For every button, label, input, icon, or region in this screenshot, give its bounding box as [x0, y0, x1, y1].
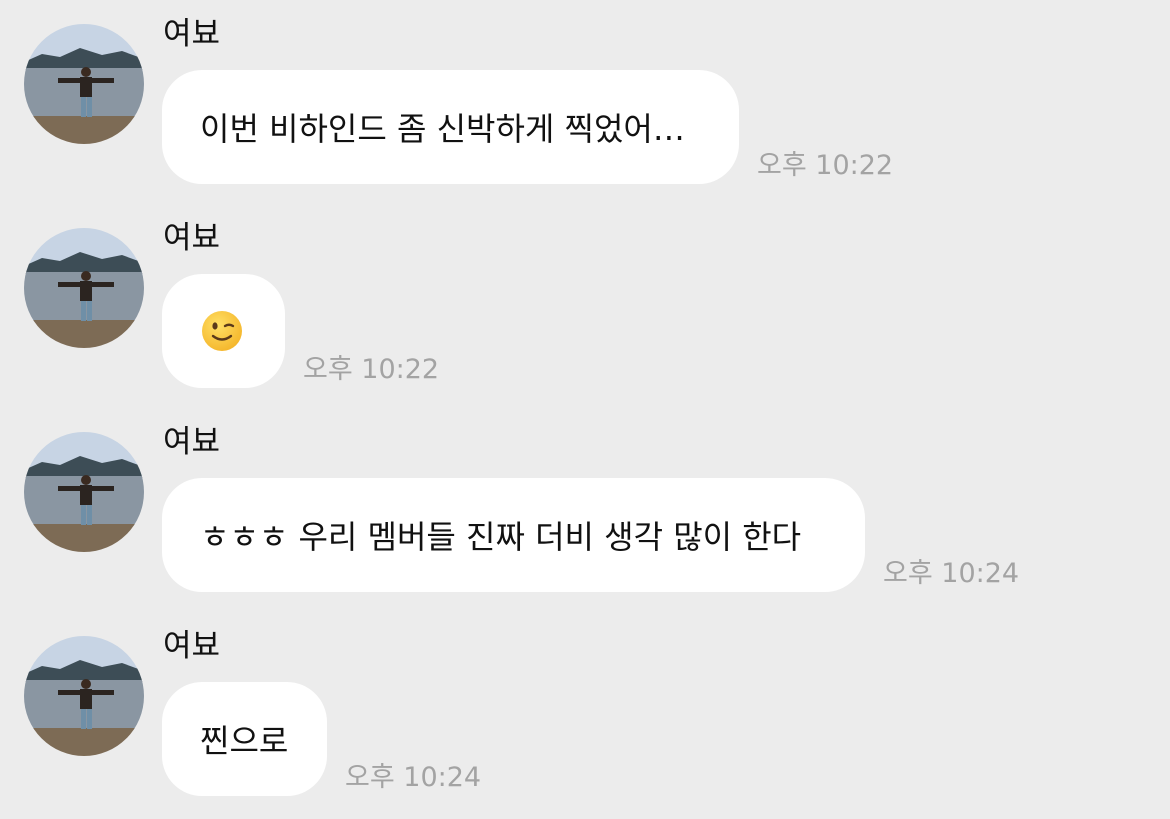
message-bubble[interactable]: ㅎㅎㅎ 우리 멤버들 진짜 더비 생각 많이 한다 [162, 478, 865, 592]
chat-message: 여뵤 찐으로 오후 10:24 [0, 612, 1170, 802]
profile-avatar[interactable] [24, 228, 144, 348]
sender-name: 여뵤 [163, 424, 221, 460]
message-text: ㅎㅎㅎ 우리 멤버들 진짜 더비 생각 많이 한다 [200, 518, 802, 556]
chat-message: 여뵤 이번 비하인드 좀 신박하게 찍었어… 오후 10:22 [0, 0, 1170, 190]
message-text: 찐으로 [200, 722, 289, 760]
message-timestamp: 오후 10:22 [757, 150, 894, 181]
message-bubble[interactable]: 이번 비하인드 좀 신박하게 찍었어… [162, 70, 739, 184]
sender-name: 여뵤 [163, 220, 221, 256]
winking-face-icon [202, 311, 242, 351]
chat-message: 여뵤 ㅎㅎㅎ 우리 멤버들 진짜 더비 생각 많이 한다 오후 10:24 [0, 408, 1170, 598]
profile-avatar[interactable] [24, 432, 144, 552]
profile-avatar[interactable] [24, 24, 144, 144]
message-text: 이번 비하인드 좀 신박하게 찍었어… [200, 110, 685, 148]
chat-message: 여뵤 오후 10:22 [0, 204, 1170, 394]
message-timestamp: 오후 10:24 [345, 762, 482, 793]
message-bubble[interactable]: 찐으로 [162, 682, 327, 796]
message-timestamp: 오후 10:22 [303, 354, 440, 385]
sender-name: 여뵤 [163, 628, 221, 664]
message-timestamp: 오후 10:24 [883, 558, 1020, 589]
sender-name: 여뵤 [163, 16, 221, 52]
message-bubble[interactable] [162, 274, 285, 388]
profile-avatar[interactable] [24, 636, 144, 756]
